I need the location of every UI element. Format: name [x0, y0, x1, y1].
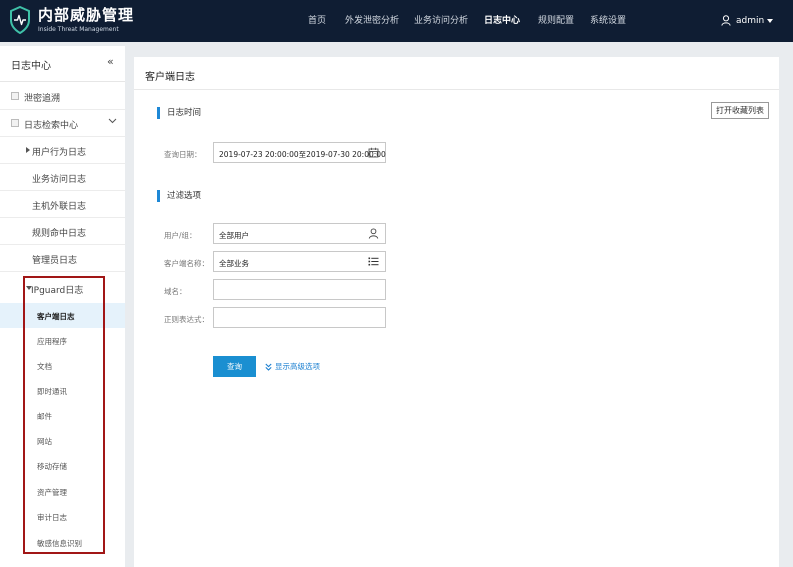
sidebar-item-label: 用户行为日志 — [32, 148, 87, 158]
menu-item-icon — [11, 119, 19, 127]
list-icon[interactable] — [368, 256, 379, 267]
section-filter-options: 过滤选项 — [157, 190, 201, 202]
nav-leak-analysis[interactable]: 外发泄密分析 — [345, 0, 399, 42]
query-date-value: 2019-07-23 20:00:00至2019-07-30 20:00:00 — [219, 150, 386, 159]
main-header: 客户端日志 — [134, 57, 779, 90]
sidebar-item-business-access-log[interactable]: 业务访问日志 — [0, 164, 125, 191]
app-title: 内部威胁管理 — [38, 6, 135, 24]
sidebar-header: 日志中心 « — [0, 46, 125, 82]
sidebar-item-rule-hit-log[interactable]: 规则命中日志 — [0, 218, 125, 245]
page-title: 客户端日志 — [145, 72, 195, 83]
sidebar-item-label: 泄密追溯 — [24, 94, 61, 104]
shield-logo-icon — [10, 6, 30, 34]
regex-input[interactable] — [213, 307, 386, 328]
chevron-down-icon — [108, 116, 117, 128]
highlight-box — [23, 276, 105, 554]
sidebar-item-log-search-center[interactable]: 日志检索中心 — [0, 110, 125, 137]
nav-system-settings[interactable]: 系统设置 — [590, 0, 626, 42]
regex-label: 正则表达式： — [164, 315, 209, 324]
client-name-label: 客户端名称： — [164, 259, 209, 268]
nav-home[interactable]: 首页 — [308, 0, 326, 42]
app-subtitle: Inside Threat Management — [38, 26, 119, 33]
top-bar: 内部威胁管理 Inside Threat Management 首页 外发泄密分… — [0, 0, 793, 42]
user-icon[interactable] — [368, 228, 379, 239]
sidebar-item-label: 管理员日志 — [32, 256, 78, 266]
sidebar-item-user-behavior-log[interactable]: 用户行为日志 — [0, 137, 125, 164]
user-icon — [721, 15, 731, 26]
domain-label: 域名： — [164, 287, 187, 296]
query-date-field[interactable]: 2019-07-23 20:00:00至2019-07-30 20:00:00 — [213, 142, 386, 163]
client-name-field[interactable]: 全部业务 — [213, 251, 386, 272]
calendar-icon — [368, 147, 379, 158]
menu-item-icon — [11, 92, 19, 100]
main-panel: 客户端日志 打开收藏列表 日志时间 查询日期： 2019-07-23 20:00… — [134, 57, 779, 567]
sidebar: 日志中心 « 泄密追溯 日志检索中心 用户行为日志 业务访问日志 主机外联日志 … — [0, 46, 125, 567]
username: admin — [736, 16, 765, 26]
user-group-field[interactable]: 全部用户 — [213, 223, 386, 244]
open-favorites-button[interactable]: 打开收藏列表 — [711, 102, 769, 119]
domain-input[interactable] — [213, 279, 386, 300]
section-log-time: 日志时间 — [157, 107, 201, 119]
client-name-value: 全部业务 — [219, 259, 249, 268]
caret-down-icon — [767, 18, 774, 23]
user-menu[interactable]: admin — [721, 0, 774, 42]
sidebar-title: 日志中心 — [11, 61, 51, 72]
sidebar-item-host-outbound-log[interactable]: 主机外联日志 — [0, 191, 125, 218]
nav-log-center[interactable]: 日志中心 — [484, 0, 520, 42]
sidebar-item-admin-log[interactable]: 管理员日志 — [0, 245, 125, 272]
show-advanced-options-link[interactable]: 显示高级选项 — [265, 361, 320, 372]
expand-arrow-icon — [26, 147, 30, 153]
advanced-options-label: 显示高级选项 — [275, 362, 320, 371]
user-group-value: 全部用户 — [219, 231, 249, 240]
user-group-label: 用户/组： — [164, 231, 197, 240]
sidebar-item-label: 规则命中日志 — [32, 229, 87, 239]
sidebar-item-leak-trace[interactable]: 泄密追溯 — [0, 83, 125, 110]
double-chevron-down-icon — [265, 363, 272, 371]
nav-rule-config[interactable]: 规则配置 — [538, 0, 574, 42]
sidebar-item-label: 日志检索中心 — [24, 121, 79, 131]
query-button[interactable]: 查询 — [213, 356, 256, 377]
sidebar-item-label: 主机外联日志 — [32, 202, 87, 212]
sidebar-item-label: 业务访问日志 — [32, 175, 87, 185]
nav-business-access-analysis[interactable]: 业务访问分析 — [414, 0, 468, 42]
collapse-sidebar-icon[interactable]: « — [107, 55, 114, 68]
query-date-label: 查询日期： — [164, 150, 202, 159]
